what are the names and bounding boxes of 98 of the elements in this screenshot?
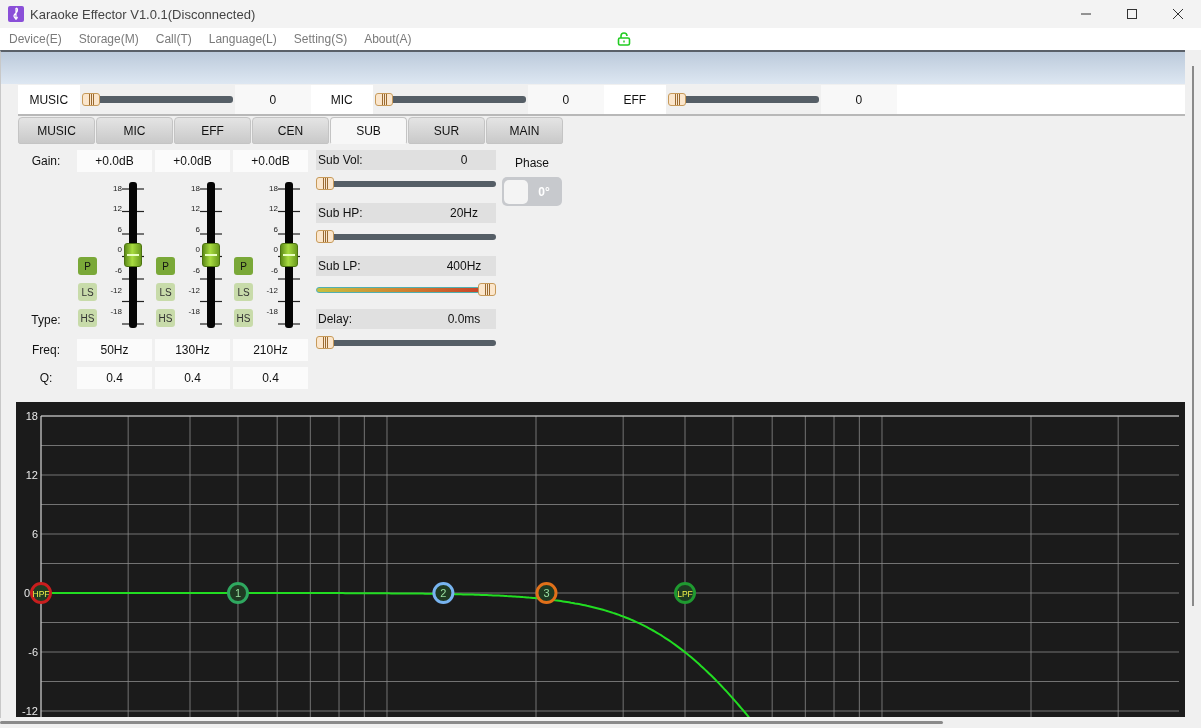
- scale-label: -12: [188, 286, 200, 297]
- scale-label: 0: [195, 245, 200, 256]
- menu-item[interactable]: Setting(S): [293, 32, 348, 46]
- channel-tab[interactable]: MAIN: [486, 117, 563, 144]
- close-icon[interactable]: [1172, 8, 1184, 20]
- filter-type-button[interactable]: LS: [234, 283, 253, 301]
- axis-label: 18: [25, 410, 38, 422]
- scale-label: 18: [191, 184, 200, 194]
- scale-label: -18: [188, 306, 200, 317]
- q-value: 0.4: [155, 367, 230, 389]
- gain-fader[interactable]: [278, 182, 300, 328]
- app-icon: [8, 6, 24, 22]
- filter-type-button[interactable]: LS: [78, 283, 97, 301]
- menu-item[interactable]: Storage(M): [78, 32, 139, 46]
- axis-label: -12: [22, 705, 38, 717]
- scale-label: 12: [269, 204, 278, 215]
- axis-label: 6: [31, 528, 38, 540]
- scale-label: 0: [273, 245, 278, 256]
- q-label: Q:: [38, 370, 54, 387]
- freq-label: Freq:: [31, 342, 61, 359]
- freq-value: 50Hz: [77, 339, 152, 361]
- gain-fader[interactable]: [122, 182, 144, 328]
- filter-type-button[interactable]: P: [156, 257, 175, 275]
- scale-label: -6: [114, 265, 122, 276]
- scale-label: -12: [266, 286, 278, 297]
- fader-handle[interactable]: [124, 243, 142, 267]
- filter-node[interactable]: 2: [432, 582, 455, 604]
- channel-tab[interactable]: MIC: [96, 117, 173, 144]
- window-title: Karaoke Effector V1.0.1(Disconnected): [30, 6, 256, 22]
- scale-label: 18: [113, 184, 122, 194]
- q-value: 0.4: [77, 367, 152, 389]
- volume-reading: 0: [527, 85, 604, 114]
- channel-label: MUSIC: [28, 91, 70, 109]
- gain-label: Gain:: [30, 153, 62, 170]
- fader-handle[interactable]: [202, 243, 220, 267]
- channel-tab[interactable]: SUB: [330, 117, 407, 144]
- setting-label: Sub LP:: [318, 259, 362, 273]
- menu-item[interactable]: About(A): [364, 32, 412, 46]
- gain-value: +0.0dB: [155, 150, 230, 172]
- setting-label: Delay:: [318, 312, 353, 326]
- filter-type-button[interactable]: P: [234, 257, 253, 275]
- channel-tab[interactable]: MUSIC: [18, 117, 95, 144]
- volume-reading: 0: [820, 85, 897, 114]
- axis-label: 0: [23, 587, 30, 599]
- setting-label: Sub Vol:: [318, 153, 364, 167]
- scale-label: 6: [273, 224, 278, 235]
- setting-value: 400Hz: [445, 259, 483, 273]
- channel-tab[interactable]: SUR: [408, 117, 485, 144]
- channel-tab[interactable]: CEN: [252, 117, 329, 144]
- filter-node[interactable]: 3: [535, 582, 558, 604]
- setting-slider[interactable]: [316, 230, 496, 243]
- scale-label: -18: [110, 306, 122, 317]
- menu-item[interactable]: Language(L): [208, 32, 277, 46]
- filter-type-button[interactable]: HS: [156, 309, 175, 327]
- fader-handle[interactable]: [280, 243, 298, 267]
- setting-value: 0: [459, 153, 469, 167]
- volume-reading: 0: [234, 85, 311, 114]
- scale-label: 12: [191, 204, 200, 215]
- filter-type-button[interactable]: P: [78, 257, 97, 275]
- gain-value: +0.0dB: [77, 150, 152, 172]
- filter-node[interactable]: HPF: [30, 582, 52, 604]
- type-label: Type:: [31, 313, 61, 327]
- scale-label: -12: [110, 286, 122, 297]
- gain-fader[interactable]: [200, 182, 222, 328]
- maximize-icon[interactable]: [1126, 8, 1138, 20]
- filter-type-button[interactable]: HS: [234, 309, 253, 327]
- setting-value: 20Hz: [449, 206, 479, 220]
- volume-slider[interactable]: [81, 93, 233, 106]
- q-value: 0.4: [233, 367, 308, 389]
- scale-label: 12: [113, 204, 122, 215]
- scale-label: 6: [195, 224, 200, 235]
- channel-label: EFF: [622, 91, 648, 109]
- scale-label: 0: [117, 245, 122, 256]
- setting-slider[interactable]: [316, 336, 496, 349]
- axis-label: 12: [25, 469, 38, 481]
- scale-label: -6: [270, 265, 278, 276]
- filter-node[interactable]: 1: [227, 582, 249, 604]
- filter-type-button[interactable]: LS: [156, 283, 175, 301]
- channel-tab[interactable]: EFF: [174, 117, 251, 144]
- setting-label: Sub HP:: [318, 206, 364, 220]
- scale-label: 6: [117, 224, 122, 235]
- volume-slider[interactable]: [667, 93, 819, 106]
- scale-label: -18: [266, 306, 278, 317]
- scale-label: -6: [192, 265, 200, 276]
- menu-item[interactable]: Call(T): [155, 32, 192, 46]
- freq-value: 130Hz: [155, 339, 230, 361]
- axis-label: -6: [28, 646, 38, 658]
- freq-value: 210Hz: [233, 339, 308, 361]
- setting-value: 0.0ms: [446, 312, 482, 326]
- volume-slider[interactable]: [374, 93, 526, 106]
- phase-label: Phase: [515, 156, 549, 170]
- channel-label: MIC: [329, 91, 354, 109]
- gain-value: +0.0dB: [233, 150, 308, 172]
- filter-type-button[interactable]: HS: [78, 309, 97, 327]
- filter-node[interactable]: LPF: [674, 582, 696, 604]
- setting-slider[interactable]: [316, 177, 496, 190]
- menu-item[interactable]: Device(E): [9, 32, 62, 46]
- scale-label: 18: [269, 184, 278, 194]
